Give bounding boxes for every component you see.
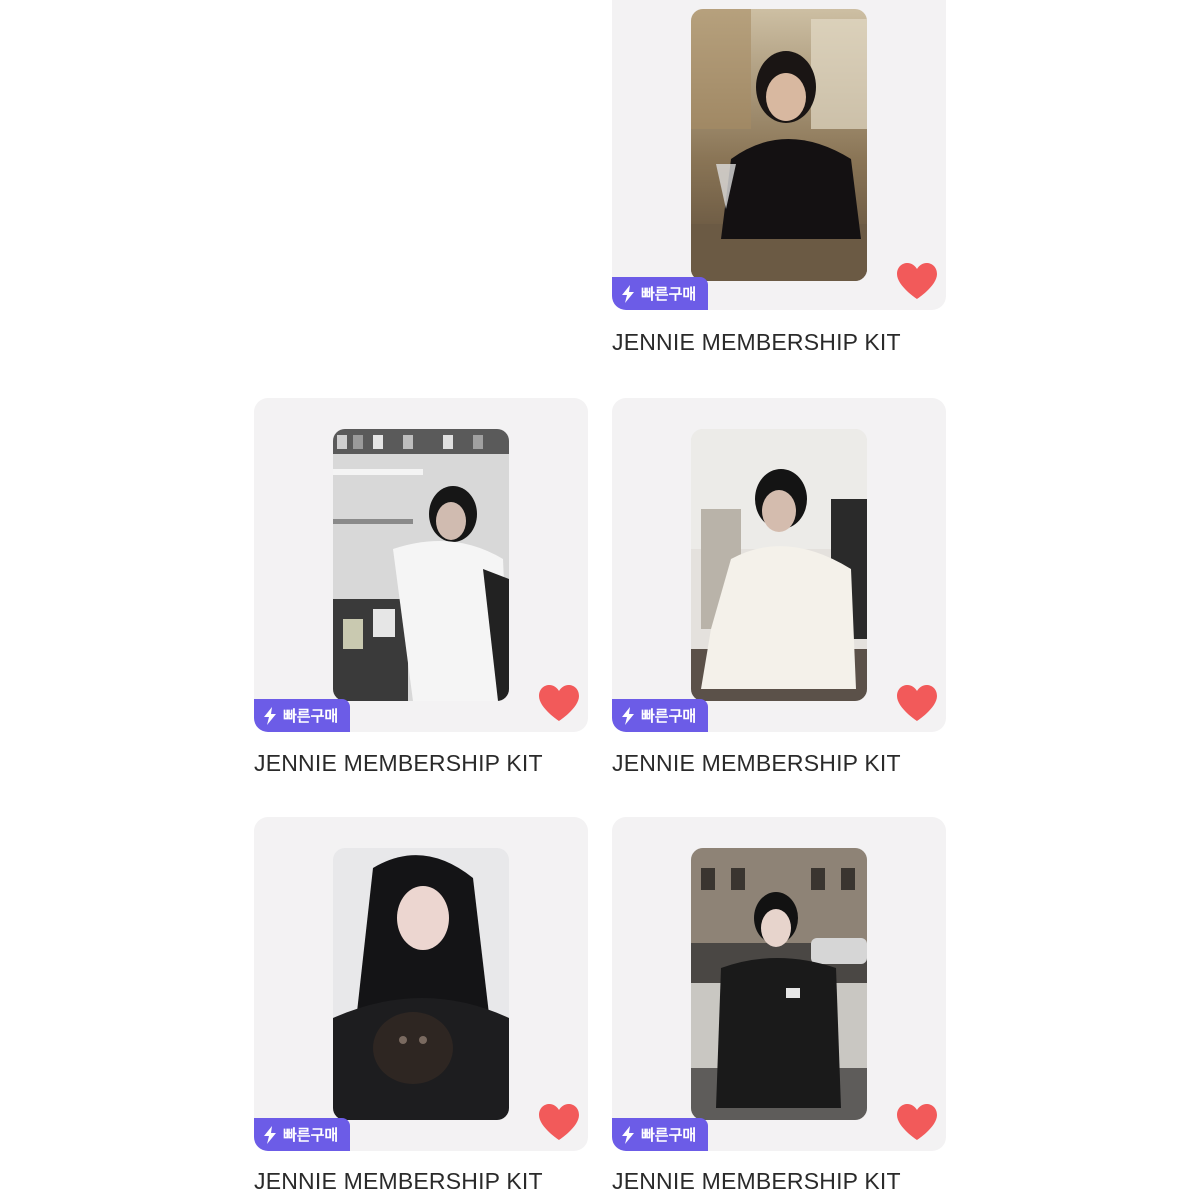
quick-buy-label: 빠른구매 (641, 708, 697, 725)
product-photo[interactable] (333, 848, 509, 1120)
quick-buy-badge: 빠른구매 (612, 277, 709, 310)
quick-buy-label: 빠른구매 (641, 286, 697, 303)
quick-buy-label: 빠른구매 (283, 1127, 339, 1144)
quick-buy-badge: 빠른구매 (254, 1118, 351, 1151)
heart-icon[interactable] (896, 262, 938, 300)
quick-buy-badge: 빠른구매 (254, 699, 351, 732)
product-card[interactable]: 빠른구매 (254, 398, 588, 732)
product-photo[interactable] (691, 9, 867, 281)
heart-icon[interactable] (538, 1103, 580, 1141)
product-title[interactable]: JENNIE MEMBERSHIP KIT (612, 1168, 901, 1195)
product-photo[interactable] (691, 848, 867, 1120)
quick-buy-label: 빠른구매 (641, 1127, 697, 1144)
quick-buy-label: 빠른구매 (283, 708, 339, 725)
product-title[interactable]: JENNIE MEMBERSHIP KIT (612, 329, 901, 356)
heart-icon[interactable] (896, 1103, 938, 1141)
lightning-icon (622, 706, 634, 725)
lightning-icon (264, 1125, 276, 1144)
product-card[interactable]: 빠른구매 (612, 398, 946, 732)
heart-icon[interactable] (538, 684, 580, 722)
product-title[interactable]: JENNIE MEMBERSHIP KIT (254, 1168, 543, 1195)
quick-buy-badge: 빠른구매 (612, 1118, 709, 1151)
product-photo[interactable] (333, 429, 509, 701)
product-title[interactable]: JENNIE MEMBERSHIP KIT (254, 750, 543, 777)
product-photo[interactable] (691, 429, 867, 701)
product-card[interactable]: 빠른구매 (254, 817, 588, 1151)
product-title[interactable]: JENNIE MEMBERSHIP KIT (612, 750, 901, 777)
lightning-icon (622, 1125, 634, 1144)
quick-buy-badge: 빠른구매 (612, 699, 709, 732)
product-card[interactable]: 빠른구매 (612, 817, 946, 1151)
lightning-icon (264, 706, 276, 725)
heart-icon[interactable] (896, 684, 938, 722)
lightning-icon (622, 284, 634, 303)
product-card[interactable]: 빠른구매 (612, 0, 946, 310)
